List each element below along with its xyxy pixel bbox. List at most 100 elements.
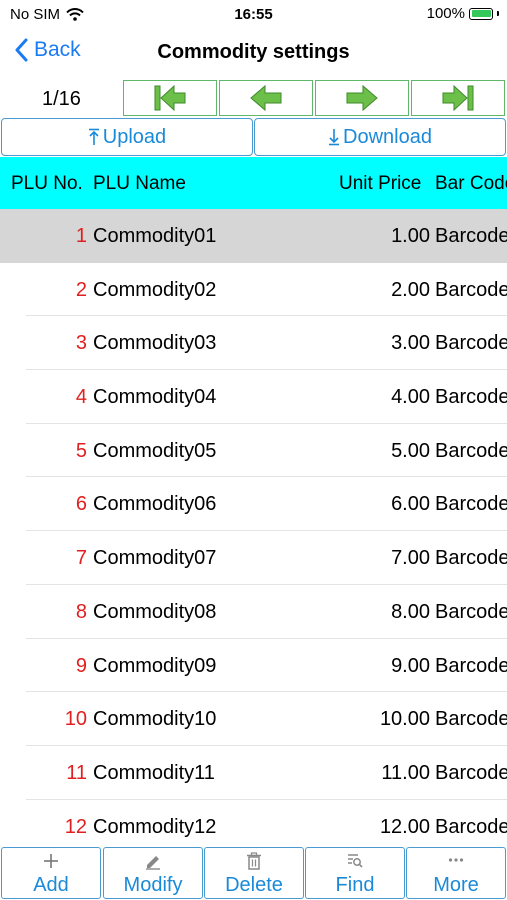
row-plu-no: 12 xyxy=(64,815,87,838)
row-plu-name: Commodity09 xyxy=(93,654,217,677)
row-plu-no: 11 xyxy=(66,761,87,784)
row-unit-price: 2.00 xyxy=(391,278,430,301)
battery-percent: 100% xyxy=(426,5,465,22)
download-icon xyxy=(329,129,340,146)
last-page-button[interactable] xyxy=(411,80,505,116)
row-plu-name: Commodity01 xyxy=(93,225,217,247)
row-plu-no: 7 xyxy=(75,547,87,570)
row-plu-name: Commodity10 xyxy=(93,708,217,731)
battery-charging-icon xyxy=(469,7,493,20)
row-plu-no: 3 xyxy=(75,332,87,355)
table-row[interactable]: 6 Commodity06 6.00 Barcode xyxy=(0,477,507,532)
row-unit-price: 6.00 xyxy=(391,493,430,516)
row-unit-price: 11.00 xyxy=(381,761,430,784)
row-plu-name: Commodity02 xyxy=(93,278,217,301)
row-plu-name: Commodity04 xyxy=(93,386,217,409)
row-bar-code: Barcode xyxy=(435,815,507,838)
status-bar: No SIM 16:55 100% xyxy=(0,0,507,30)
header-plu-no: PLU No. xyxy=(11,173,83,194)
delete-label: Delete xyxy=(225,874,283,896)
row-plu-no: 9 xyxy=(75,654,87,677)
prev-page-icon xyxy=(250,84,282,112)
row-unit-price: 12.00 xyxy=(379,815,430,838)
delete-button[interactable]: Delete xyxy=(204,847,304,899)
commodity-list[interactable]: 1 Commodity01 1.00 Barcode 2 Commodity02 2.00… xyxy=(0,209,507,845)
row-plu-no: 1 xyxy=(75,225,87,247)
row-bar-code: Barcode xyxy=(435,332,507,355)
table-row[interactable]: 12 Commodity12 12.00 Barcode xyxy=(0,800,507,845)
battery-group: 100% xyxy=(427,5,499,22)
find-button[interactable]: Find xyxy=(305,847,405,899)
row-plu-no: 5 xyxy=(75,439,87,462)
next-page-button[interactable] xyxy=(315,80,409,116)
pager-row: 1/16 xyxy=(0,78,507,118)
plus-icon xyxy=(44,854,58,868)
row-plu-name: Commodity08 xyxy=(93,600,217,623)
table-row[interactable]: 2 Commodity02 2.00 Barcode xyxy=(0,263,507,317)
nav-bar: Back Commodity settings xyxy=(0,30,507,76)
header-plu-name: PLU Name xyxy=(93,173,186,194)
row-unit-price: 1.00 xyxy=(391,225,430,247)
first-page-button[interactable] xyxy=(123,80,217,116)
add-button[interactable]: Add xyxy=(1,847,101,899)
row-bar-code: Barcode xyxy=(435,761,507,784)
row-plu-name: Commodity11 xyxy=(93,761,215,784)
row-bar-code: Barcode xyxy=(435,708,507,731)
header-bar-code: Bar Code xyxy=(435,173,507,194)
modify-button[interactable]: Modify xyxy=(103,847,203,899)
table-header: PLU No. PLU Name Unit Price Bar Code xyxy=(0,157,507,209)
upload-button[interactable]: Upload xyxy=(1,118,253,156)
row-bar-code: Barcode xyxy=(435,600,507,623)
pencil-icon xyxy=(146,856,160,870)
page-title: Commodity settings xyxy=(157,41,350,63)
table-row[interactable]: 5 Commodity05 5.00 Barcode xyxy=(0,424,507,478)
row-plu-no: 2 xyxy=(75,278,87,301)
next-page-icon xyxy=(346,84,378,112)
modify-label: Modify xyxy=(123,874,183,896)
table-row[interactable]: 10 Commodity10 10.00 Barcode xyxy=(0,692,507,746)
page-indicator: 1/16 xyxy=(42,88,81,110)
row-plu-name: Commodity03 xyxy=(93,332,217,355)
row-unit-price: 7.00 xyxy=(391,547,430,570)
row-plu-no: 6 xyxy=(75,493,87,516)
more-button[interactable]: More xyxy=(406,847,506,899)
table-row[interactable]: 4 Commodity04 4.00 Barcode xyxy=(0,370,507,424)
find-label: Find xyxy=(335,874,375,896)
row-plu-name: Commodity05 xyxy=(93,439,217,462)
row-unit-price: 4.00 xyxy=(391,386,430,409)
table-row[interactable]: 8 Commodity08 8.00 Barcode xyxy=(0,585,507,639)
search-list-icon xyxy=(348,854,363,868)
table-row[interactable]: 3 Commodity03 3.00 Barcode xyxy=(0,316,507,371)
more-label: More xyxy=(433,874,479,896)
first-page-icon xyxy=(154,84,186,112)
row-plu-name: Commodity06 xyxy=(93,493,217,516)
row-unit-price: 9.00 xyxy=(391,654,430,677)
row-plu-no: 8 xyxy=(75,600,87,623)
row-unit-price: 5.00 xyxy=(391,439,430,462)
ellipsis-icon xyxy=(448,858,464,862)
download-button[interactable]: Download xyxy=(254,118,506,156)
row-unit-price: 3.00 xyxy=(391,332,430,355)
row-bar-code: Barcode xyxy=(435,225,507,247)
header-unit-price: Unit Price xyxy=(339,173,422,194)
row-unit-price: 8.00 xyxy=(391,600,430,623)
row-unit-price: 10.00 xyxy=(379,708,430,731)
row-plu-name: Commodity07 xyxy=(93,547,217,570)
row-bar-code: Barcode xyxy=(435,547,507,570)
upload-label: Upload xyxy=(102,125,167,148)
add-label: Add xyxy=(33,874,69,896)
table-row[interactable]: 7 Commodity07 7.00 Barcode xyxy=(0,531,507,585)
table-row[interactable]: 11 Commodity11 11.00 Barcode xyxy=(0,746,507,800)
row-plu-no: 10 xyxy=(64,708,87,731)
download-label: Download xyxy=(343,125,432,148)
last-page-icon xyxy=(442,84,474,112)
trash-icon xyxy=(247,852,261,870)
prev-page-button[interactable] xyxy=(219,80,313,116)
row-plu-name: Commodity12 xyxy=(93,815,217,838)
bottom-toolbar: Add Modify Delete Find More xyxy=(0,845,507,900)
row-bar-code: Barcode xyxy=(435,439,507,462)
table-row[interactable]: 1 Commodity01 1.00 Barcode xyxy=(0,209,507,263)
row-bar-code: Barcode xyxy=(435,493,507,516)
table-row[interactable]: 9 Commodity09 9.00 Barcode xyxy=(0,639,507,693)
row-bar-code: Barcode xyxy=(435,386,507,409)
